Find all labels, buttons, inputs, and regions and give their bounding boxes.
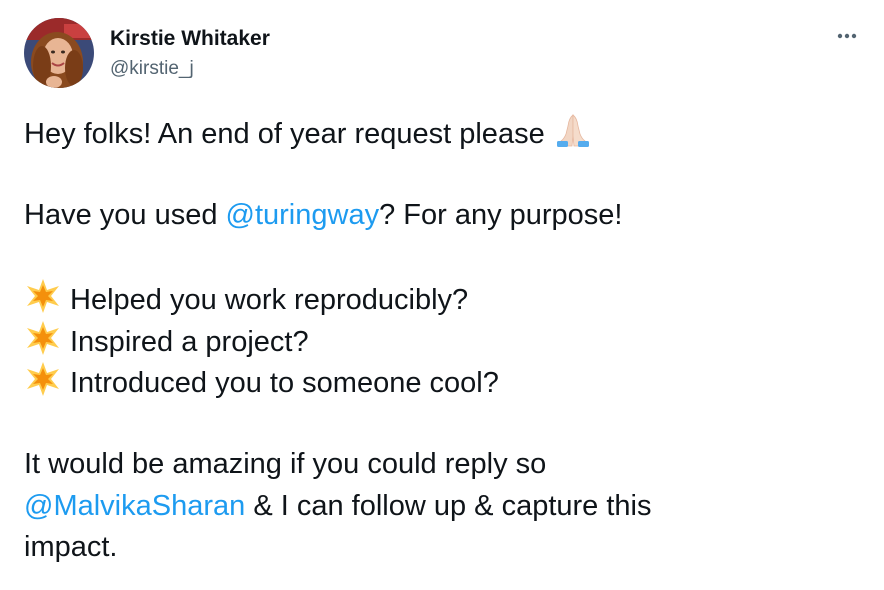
mention-malvikasharan-link[interactable]: @MalvikaSharan — [24, 490, 245, 522]
author-handle[interactable]: @kirstie_j — [110, 58, 194, 80]
tweet-line-request: Hey folks! An end of year request please — [24, 112, 864, 154]
bullet-item: Helped you work reproducibly? — [24, 278, 864, 320]
folded-hands-emoji — [553, 112, 593, 161]
tweet-text: Hey folks! An end of year request please… — [24, 112, 864, 569]
tweet-card: Kirstie Whitaker @kirstie_j Hey folks! A… — [0, 0, 884, 590]
more-horizontal-icon — [837, 33, 857, 39]
question-prefix: Have you used — [24, 199, 226, 231]
tweet-line-question: Have you used @turingway? For any purpos… — [24, 195, 864, 237]
avatar-image — [24, 18, 94, 88]
author-name[interactable]: Kirstie Whitaker — [110, 27, 270, 51]
closing-line-2: @MalvikaSharan & I can follow up & captu… — [24, 486, 864, 528]
avatar[interactable] — [24, 18, 94, 88]
closing-text-2: & I can follow up & capture this — [245, 489, 652, 522]
bullet-text: Inspired a project? — [70, 325, 309, 358]
closing-text-3: impact. — [24, 531, 118, 563]
bullet-item: Inspired a project? — [24, 320, 864, 362]
more-options-button[interactable] — [830, 22, 864, 50]
closing-line-3: impact. — [24, 527, 864, 569]
closing-line-1: It would be amazing if you could reply s… — [24, 444, 864, 486]
bullet-text: Introduced you to someone cool? — [70, 367, 499, 399]
bullet-text: Helped you work reproducibly? — [70, 284, 469, 316]
question-suffix: ? For any purpose! — [379, 199, 623, 231]
bullet-item: Introduced you to someone cool? — [24, 361, 864, 403]
closing-text-1: It would be amazing if you could reply s… — [24, 448, 547, 480]
mention-turingway-link[interactable]: @turingway — [226, 199, 380, 231]
request-text: Hey folks! An end of year request please — [24, 118, 545, 150]
glowing-star-icon — [24, 361, 62, 410]
